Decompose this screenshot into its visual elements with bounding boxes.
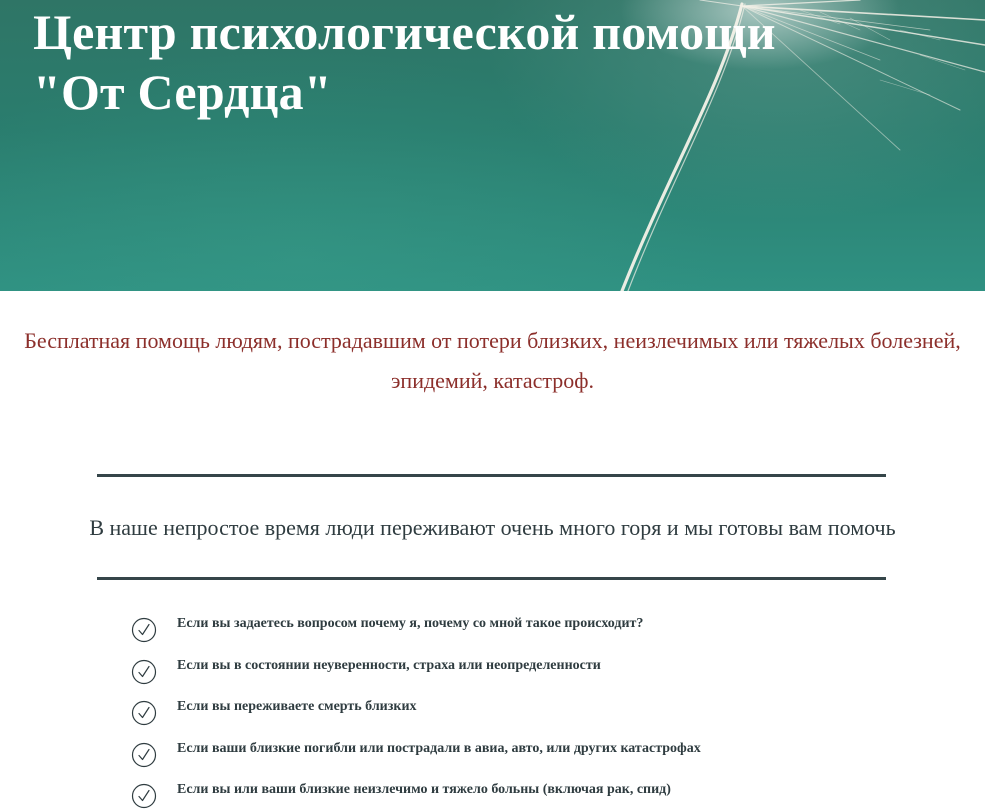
check-circle-icon (131, 659, 157, 684)
symptom-checklist: Если вы задаетесь вопросом почему я, поч… (130, 612, 890, 810)
checklist-item: Если вы переживаете смерть близких (130, 695, 890, 737)
page-title: Центр психологической помощи "От Сердца" (33, 2, 933, 122)
checklist-item-label: Если ваши близкие погибли или пострадали… (177, 740, 701, 756)
checklist-item-label: Если вы в состоянии неуверенности, страх… (177, 657, 601, 673)
hero-banner: Центр психологической помощи "От Сердца" (0, 0, 985, 291)
page-title-line-1: Центр психологической помощи (33, 4, 776, 60)
check-circle-icon (131, 617, 157, 643)
intro-subtitle: Бесплатная помощь людям, пострадавшим от… (24, 328, 961, 393)
checklist-item: Если вы задаетесь вопросом почему я, поч… (130, 612, 890, 654)
checklist-item: Если вы в состоянии неуверенности, страх… (130, 654, 890, 696)
checklist-item: Если ваши близкие погибли или пострадали… (130, 737, 890, 779)
check-circle-icon (131, 783, 157, 809)
check-circle-icon (131, 742, 157, 767)
checklist-item-label: Если вы задаетесь вопросом почему я, поч… (177, 616, 644, 631)
checklist-item-label: Если вы переживаете смерть близких (177, 699, 417, 714)
check-circle-icon (131, 700, 157, 726)
divider-top (97, 474, 886, 477)
tagline: В наше непростое время люди переживают о… (89, 515, 896, 540)
checklist-item-label: Если вы или ваши близкие неизлечимо и тя… (177, 782, 671, 797)
checklist-item: Если вы или ваши близкие неизлечимо и тя… (130, 778, 890, 810)
divider-bottom (97, 577, 886, 580)
page-title-line-2: "От Сердца" (33, 64, 332, 120)
page: Центр психологической помощи "От Сердца"… (0, 0, 985, 810)
